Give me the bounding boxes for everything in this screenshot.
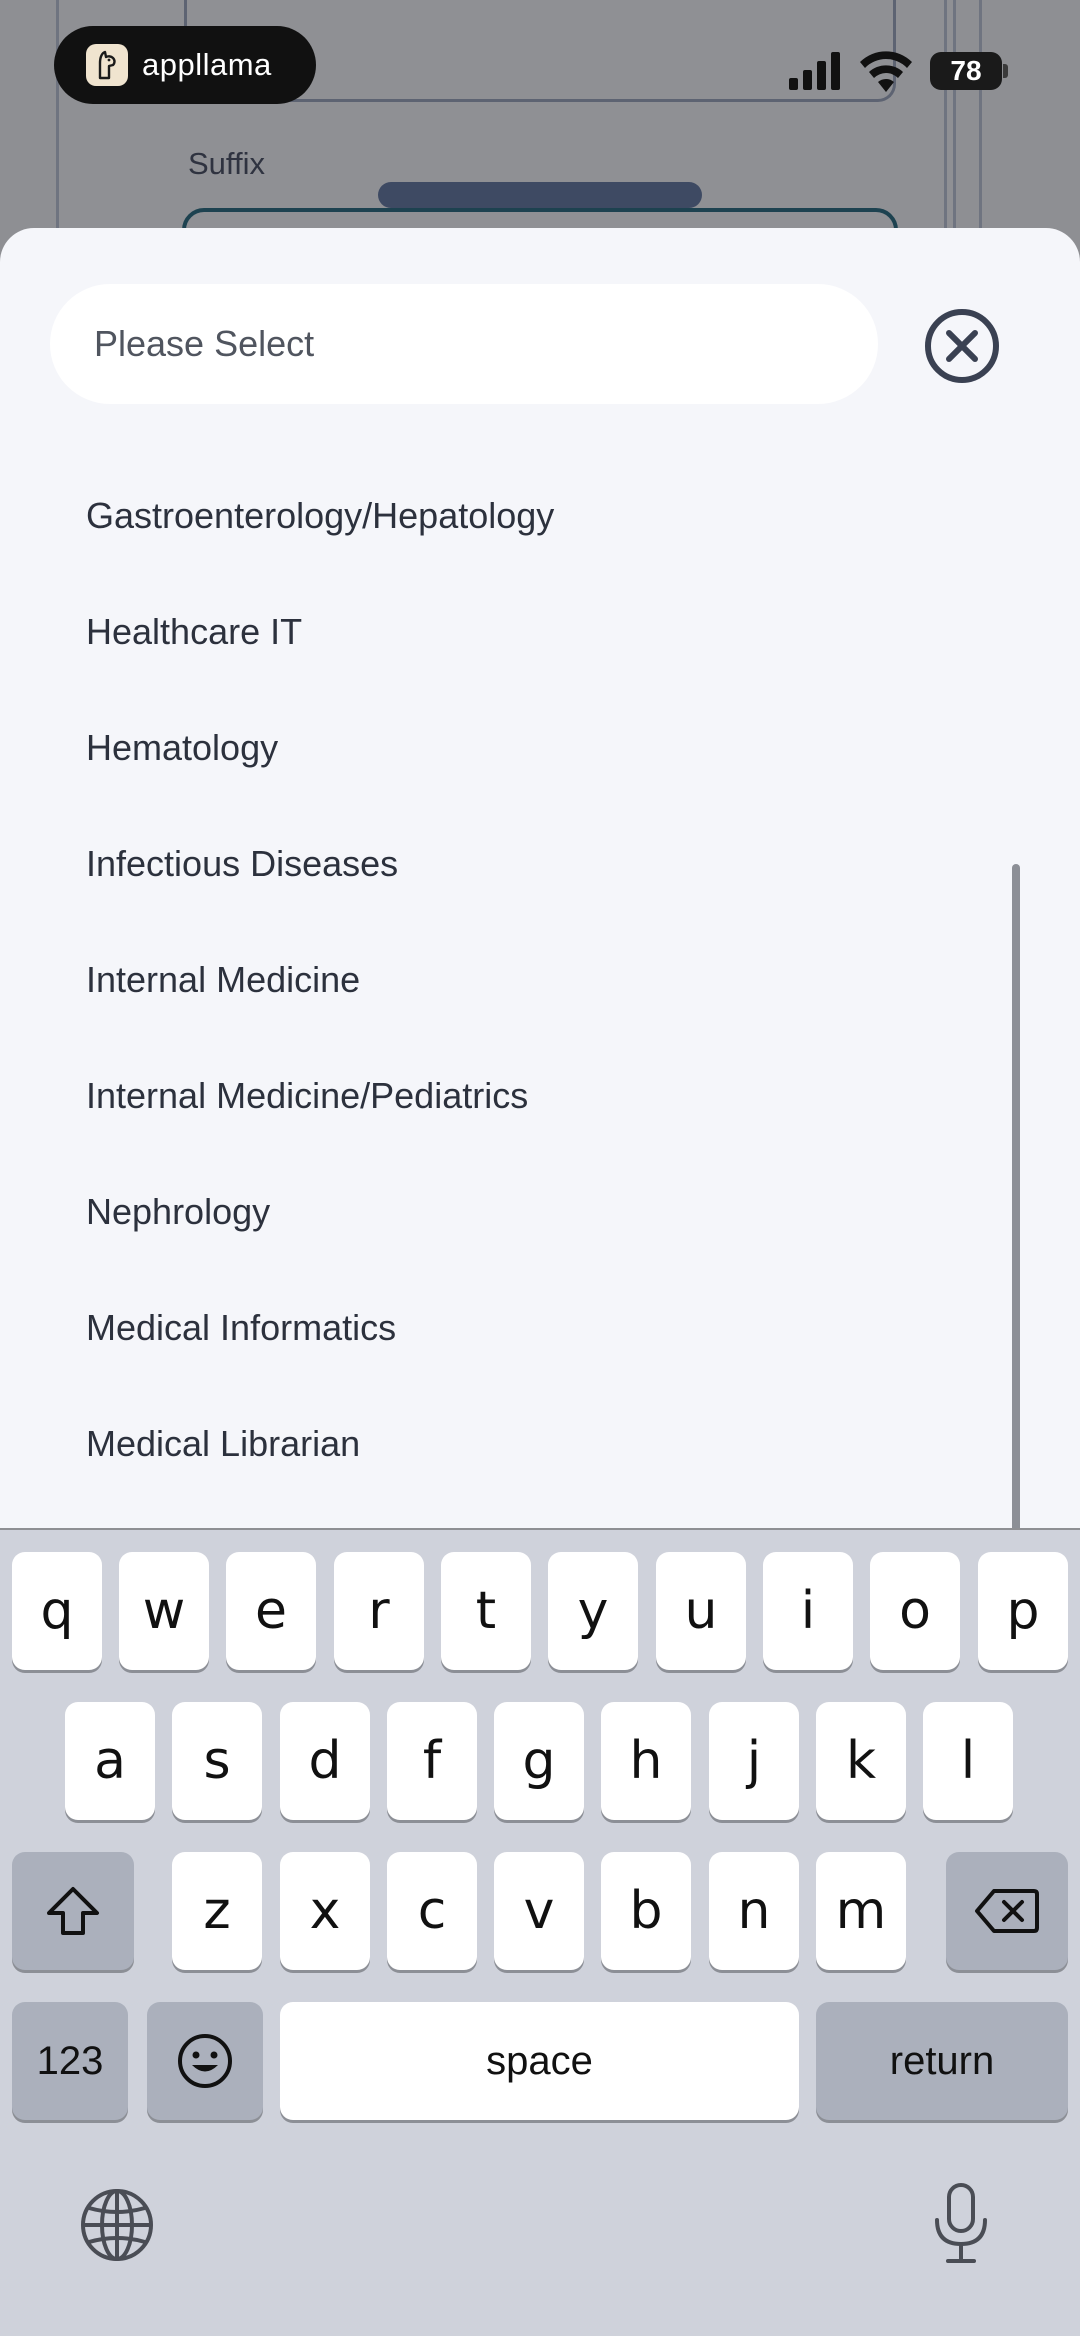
key-h[interactable]: h [601, 1702, 691, 1820]
key-e[interactable]: e [226, 1552, 316, 1670]
return-key-label: return [889, 2038, 995, 2083]
sheet-drag-handle[interactable] [378, 182, 702, 208]
key-n[interactable]: n [709, 1852, 799, 1970]
keyboard: q w e r t y u i o p a s d f g h j k l z … [0, 1530, 1080, 2336]
key-v[interactable]: v [494, 1852, 584, 1970]
key-a[interactable]: a [65, 1702, 155, 1820]
key-m[interactable]: m [816, 1852, 906, 1970]
app-badge: appllama [54, 26, 316, 104]
microphone-icon[interactable] [930, 2182, 992, 2266]
numbers-key-label: 123 [36, 2038, 104, 2083]
list-item[interactable]: Infectious Diseases [0, 806, 1000, 922]
numbers-key[interactable]: 123 [12, 2002, 128, 2120]
list-item[interactable]: Gastroenterology/Hepatology [0, 458, 1000, 574]
key-w[interactable]: w [119, 1552, 209, 1670]
key-p[interactable]: p [978, 1552, 1068, 1670]
key-r[interactable]: r [334, 1552, 424, 1670]
key-i[interactable]: i [763, 1552, 853, 1670]
key-u[interactable]: u [656, 1552, 746, 1670]
emoji-key[interactable] [147, 2002, 263, 2120]
key-y[interactable]: y [548, 1552, 638, 1670]
key-k[interactable]: k [816, 1702, 906, 1820]
suffix-label: Suffix [188, 146, 265, 181]
key-q[interactable]: q [12, 1552, 102, 1670]
close-icon[interactable] [922, 306, 1002, 386]
key-d[interactable]: d [280, 1702, 370, 1820]
app-logo-icon [86, 44, 128, 86]
battery-level: 78 [930, 52, 1002, 90]
list-item[interactable]: Medical Informatics [0, 1270, 1000, 1386]
backspace-icon [975, 1889, 1039, 1933]
key-f[interactable]: f [387, 1702, 477, 1820]
key-c[interactable]: c [387, 1852, 477, 1970]
wifi-icon [860, 51, 912, 92]
search-input[interactable]: Please Select [50, 284, 878, 404]
key-j[interactable]: j [709, 1702, 799, 1820]
space-key-label: space [486, 2038, 593, 2083]
battery-tip [1003, 64, 1008, 78]
return-key[interactable]: return [816, 2002, 1068, 2120]
signal-icon [789, 52, 840, 90]
key-g[interactable]: g [494, 1702, 584, 1820]
space-key[interactable]: space [280, 2002, 799, 2120]
backspace-key[interactable] [946, 1852, 1068, 1970]
key-o[interactable]: o [870, 1552, 960, 1670]
select-sheet: Please Select Gastroenterology/Hepatolog… [0, 228, 1080, 1528]
emoji-icon [178, 2034, 232, 2088]
battery-icon: 78 [930, 52, 1008, 90]
list-item[interactable]: Nephrology [0, 1154, 1000, 1270]
key-z[interactable]: z [172, 1852, 262, 1970]
list-item[interactable]: Hematology [0, 690, 1000, 806]
shift-key[interactable] [12, 1852, 134, 1970]
list-item[interactable]: Healthcare IT [0, 574, 1000, 690]
key-l[interactable]: l [923, 1702, 1013, 1820]
key-t[interactable]: t [441, 1552, 531, 1670]
list-item[interactable]: Internal Medicine [0, 922, 1000, 1038]
options-list: Gastroenterology/Hepatology Healthcare I… [0, 458, 1000, 1502]
globe-icon[interactable] [78, 2186, 156, 2264]
key-x[interactable]: x [280, 1852, 370, 1970]
key-s[interactable]: s [172, 1702, 262, 1820]
background-panel-edge [944, 0, 982, 240]
shift-icon [47, 1887, 99, 1935]
scrollbar[interactable] [1012, 864, 1020, 1528]
list-item[interactable]: Internal Medicine/Pediatrics [0, 1038, 1000, 1154]
app-name: appllama [142, 47, 272, 82]
list-item[interactable]: Medical Librarian [0, 1386, 1000, 1502]
key-b[interactable]: b [601, 1852, 691, 1970]
